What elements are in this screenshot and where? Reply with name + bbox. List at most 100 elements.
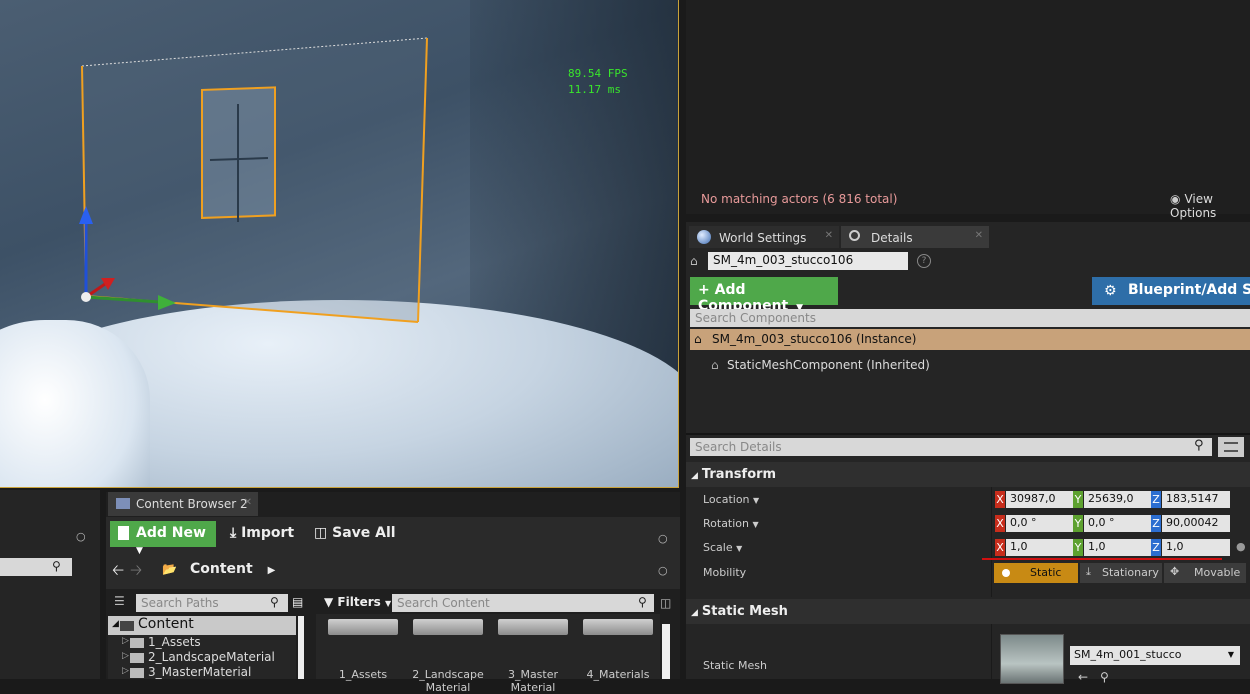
- lock-icon[interactable]: ○: [658, 564, 668, 577]
- tree-item-master-material[interactable]: ▷ 3_MasterMaterial: [108, 665, 296, 680]
- rotation-label[interactable]: Rotation ▼: [703, 517, 759, 530]
- scale-y-field[interactable]: 1,0: [1084, 539, 1152, 556]
- property-matrix-button[interactable]: [1218, 437, 1244, 457]
- asset-tile-landscape-material[interactable]: [413, 619, 483, 635]
- axis-y-label: Y: [1073, 539, 1083, 556]
- forward-arrow-icon[interactable]: 🡢: [130, 560, 142, 585]
- location-x-field[interactable]: 30987,0: [1006, 491, 1074, 508]
- location-label[interactable]: Location ▼: [703, 493, 759, 506]
- view-options-button[interactable]: ◉ View Options: [1170, 192, 1250, 220]
- help-icon[interactable]: ?: [917, 254, 931, 268]
- lock-icon[interactable]: ○: [76, 530, 86, 543]
- static-mesh-section-header[interactable]: ◢ Static Mesh: [686, 599, 1250, 624]
- fps-readout: 89.54 FPS 11.17 ms: [568, 66, 628, 98]
- axis-z-label: Z: [1151, 491, 1161, 508]
- save-all-button[interactable]: ◫ Save All: [314, 525, 396, 541]
- globe-icon: [697, 230, 711, 244]
- tree-item-label: 3_MasterMaterial: [148, 665, 252, 679]
- list-view-icon[interactable]: ▤: [292, 595, 303, 609]
- eye-icon: ◉: [1170, 192, 1181, 206]
- sources-toggle-icon[interactable]: ☰: [114, 594, 125, 608]
- folder-icon: [130, 638, 144, 648]
- tree-item-landscape-material[interactable]: ▷ 2_LandscapeMaterial: [108, 650, 296, 665]
- lock-icon[interactable]: ○: [658, 532, 668, 545]
- mobility-static-label: Static: [1030, 566, 1062, 579]
- asset-tile-materials[interactable]: [583, 619, 653, 635]
- blueprint-add-script-button[interactable]: ⚙ Blueprint/Add Script: [1092, 277, 1250, 305]
- tab-content-browser[interactable]: Content Browser 2 ✕: [108, 492, 258, 516]
- search-icon: ⚲: [52, 559, 61, 573]
- transform-gizmo[interactable]: [70, 200, 190, 310]
- mobility-movable-button[interactable]: ✥ Movable: [1164, 563, 1246, 583]
- back-arrow-icon[interactable]: 🡠: [112, 560, 124, 585]
- scale-label[interactable]: Scale ▼: [703, 541, 742, 554]
- tree-item-assets[interactable]: ▷ 1_Assets: [108, 635, 296, 650]
- lock-icon[interactable]: ●: [1236, 540, 1246, 553]
- panel-search-input[interactable]: [0, 558, 72, 576]
- search-details-input[interactable]: Search Details: [690, 438, 1212, 456]
- chevron-down-icon: ▼: [1227, 650, 1234, 659]
- asset-tile-label: 1_Assets: [338, 668, 388, 681]
- component-instance-row[interactable]: ⌂ SM_4m_003_stucco106 (Instance): [690, 329, 1250, 350]
- expand-arrow-icon: ▷: [122, 666, 129, 676]
- new-file-icon: [118, 526, 129, 540]
- path-breadcrumb-content[interactable]: Content ▶: [190, 561, 275, 577]
- close-icon[interactable]: ✕: [825, 230, 833, 241]
- mobility-stationary-button[interactable]: ⤓ Stationary: [1080, 563, 1162, 583]
- rotation-z-field[interactable]: 90,00042: [1162, 515, 1230, 532]
- static-mesh-component-row[interactable]: ⌂ StaticMeshComponent (Inherited): [711, 358, 930, 372]
- filters-button[interactable]: ▼ Filters ▼: [324, 595, 391, 609]
- filters-label: Filters: [337, 595, 381, 609]
- world-outliner: No matching actors (6 816 total) ◉ View O…: [686, 0, 1250, 220]
- add-component-button[interactable]: + Add Component ▼: [690, 277, 838, 314]
- axis-z-label: Z: [1151, 515, 1161, 532]
- asset-tile-label: 3_Master Material: [507, 668, 559, 694]
- actor-icon: ⌂: [694, 332, 702, 346]
- grid-scrollbar[interactable]: [662, 624, 670, 679]
- tab-details-label: Details: [871, 231, 913, 245]
- tab-world-settings-label: World Settings: [719, 231, 807, 245]
- actor-name-field[interactable]: SM_4m_003_stucco106: [708, 252, 908, 270]
- import-icon: ⤓: [230, 525, 237, 541]
- close-icon[interactable]: ✕: [244, 497, 252, 508]
- rotation-x-field[interactable]: 0,0 °: [1006, 515, 1074, 532]
- column-divider: [991, 487, 992, 597]
- gears-icon: ⚙: [1104, 283, 1117, 299]
- axis-x-label: X: [995, 539, 1005, 556]
- mesh-component-icon: ⌂: [711, 358, 719, 372]
- asset-tile-master-material[interactable]: [498, 619, 568, 635]
- level-viewport[interactable]: 89.54 FPS 11.17 ms: [0, 0, 679, 488]
- close-icon[interactable]: ✕: [975, 230, 983, 241]
- location-y-field[interactable]: 25639,0: [1084, 491, 1152, 508]
- transform-section-header[interactable]: ◢ Transform: [686, 462, 1250, 487]
- scale-z-field[interactable]: 1,0: [1162, 539, 1230, 556]
- add-new-button[interactable]: Add New ▼: [110, 521, 216, 556]
- import-button[interactable]: ⤓ Import: [230, 525, 294, 541]
- modes-panel: ○ ⚲: [0, 490, 100, 679]
- tree-item-label: 1_Assets: [148, 635, 201, 649]
- asset-grid: 1_Assets 2_Landscape Material 3_Master M…: [316, 614, 660, 694]
- tab-details[interactable]: Details ✕: [841, 226, 989, 248]
- static-mesh-dropdown[interactable]: SM_4m_001_stucco ▼: [1070, 646, 1240, 665]
- move-icon: ✥: [1170, 565, 1180, 578]
- search-paths-input[interactable]: Search Paths: [136, 594, 288, 612]
- scale-x-field[interactable]: 1,0: [1006, 539, 1074, 556]
- tree-item-content[interactable]: ◢ Content: [108, 616, 296, 635]
- asset-tile-assets[interactable]: [328, 619, 398, 635]
- outliner-status: No matching actors (6 816 total): [701, 192, 898, 206]
- mobility-stationary-label: Stationary: [1102, 566, 1159, 579]
- expand-arrow-icon: ◢: [112, 619, 119, 629]
- tab-world-settings[interactable]: World Settings ✕: [689, 226, 839, 248]
- search-components-input[interactable]: Search Components: [690, 309, 1250, 327]
- annotation-underline: [982, 558, 1222, 560]
- mesh-thumbnail[interactable]: [1000, 634, 1064, 684]
- rotation-y-field[interactable]: 0,0 °: [1084, 515, 1152, 532]
- inherited-label: StaticMeshComponent (Inherited): [727, 358, 930, 372]
- save-search-icon[interactable]: ◫: [660, 596, 671, 610]
- tree-scrollbar[interactable]: [298, 616, 304, 679]
- use-selected-arrow-icon[interactable]: ←: [1078, 670, 1088, 684]
- search-content-input[interactable]: Search Content: [392, 594, 654, 612]
- browse-search-icon[interactable]: ⚲: [1100, 670, 1109, 684]
- location-z-field[interactable]: 183,5147: [1162, 491, 1230, 508]
- mobility-static-button[interactable]: Static: [994, 563, 1078, 583]
